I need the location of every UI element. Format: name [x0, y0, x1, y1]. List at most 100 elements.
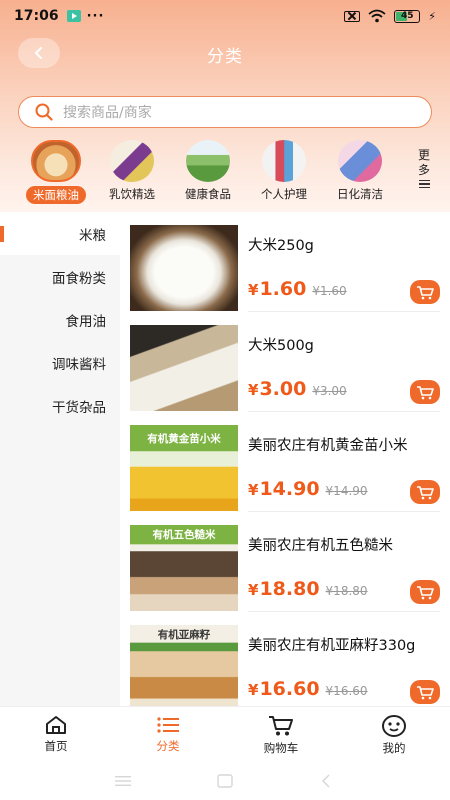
category-label: 米面粮油	[26, 186, 86, 204]
menu-nav-icon[interactable]	[115, 774, 131, 788]
cart-icon	[269, 716, 293, 736]
tab-cart[interactable]: 购物车	[225, 707, 337, 765]
tab-home[interactable]: 首页	[0, 707, 112, 765]
home-nav-icon[interactable]	[217, 774, 233, 788]
subcategory-item-dry-goods[interactable]: 干货杂品	[0, 384, 120, 427]
subcategory-label: 调味酱料	[52, 356, 106, 373]
category-row: 米面粮油 乳饮精选 健康食品 个人护理 日化清洁 更 多	[0, 140, 450, 210]
cart-icon	[417, 285, 434, 299]
product-item[interactable]: 有机五色糙米 美丽农庄有机五色糙米 ¥ 18.80 ¥18.80	[120, 512, 450, 612]
content-area: 米粮 面食粉类 食用油 调味酱料 干货杂品 大米250g ¥ 1.60 ¥1.6…	[0, 212, 450, 711]
category-item-health-food[interactable]: 健康食品	[170, 140, 246, 208]
product-original-price: ¥3.00	[312, 384, 347, 398]
subcategory-item-cooking-oil[interactable]: 食用油	[0, 298, 120, 341]
health-food-icon	[186, 140, 230, 182]
battery-percent: 45	[401, 11, 414, 21]
tab-label: 购物车	[263, 741, 299, 755]
product-price: 14.90	[259, 478, 320, 500]
category-item-dairy-drinks[interactable]: 乳饮精选	[94, 140, 170, 208]
category-label: 个人护理	[261, 187, 307, 201]
product-image	[130, 225, 238, 311]
category-item-personal-care[interactable]: 个人护理	[246, 140, 322, 208]
status-time: 17:06	[14, 8, 59, 24]
product-name: 美丽农庄有机黄金苗小米	[248, 438, 408, 454]
product-original-price: ¥14.90	[325, 484, 368, 498]
battery-indicator: 45	[394, 9, 421, 23]
product-image	[130, 325, 238, 411]
tab-profile[interactable]: 我的	[338, 707, 450, 765]
product-name: 美丽农庄有机亚麻籽330g	[248, 638, 416, 654]
currency-symbol: ¥	[248, 381, 259, 399]
price-row: ¥ 16.60 ¥16.60	[248, 678, 368, 700]
category-item-grain-oil[interactable]: 米面粮油	[18, 140, 94, 208]
price-row: ¥ 18.80 ¥18.80	[248, 578, 368, 600]
cart-icon	[417, 485, 434, 499]
product-price: 3.00	[259, 378, 307, 400]
subcategory-label: 面食粉类	[52, 270, 106, 287]
currency-symbol: ¥	[248, 681, 259, 699]
charging-icon: ⚡	[428, 9, 436, 23]
product-image: 有机黄金苗小米	[130, 425, 238, 511]
subcategory-label: 米粮	[79, 227, 106, 244]
product-item[interactable]: 大米250g ¥ 1.60 ¥1.60	[120, 212, 450, 312]
product-price: 1.60	[259, 278, 307, 300]
video-app-icon	[66, 10, 81, 22]
wifi-icon	[368, 9, 386, 23]
currency-symbol: ¥	[248, 481, 259, 499]
product-name: 大米250g	[248, 238, 314, 254]
more-categories-button[interactable]: 更 多	[414, 148, 434, 188]
product-price: 16.60	[259, 678, 320, 700]
product-image: 有机五色糙米	[130, 525, 238, 611]
system-nav-bar	[0, 764, 450, 800]
active-marker	[0, 226, 4, 242]
subcategory-label: 干货杂品	[52, 399, 106, 416]
profile-face-icon	[382, 715, 406, 737]
product-original-price: ¥18.80	[325, 584, 368, 598]
add-to-cart-button[interactable]	[410, 280, 440, 304]
price-row: ¥ 1.60 ¥1.60	[248, 278, 347, 300]
cart-icon	[417, 585, 434, 599]
subcategory-item-sauces[interactable]: 调味酱料	[0, 341, 120, 384]
product-name: 美丽农庄有机五色糙米	[248, 538, 393, 554]
personal-care-icon	[262, 140, 306, 182]
price-row: ¥ 14.90 ¥14.90	[248, 478, 368, 500]
tab-label: 首页	[44, 739, 68, 753]
back-nav-icon[interactable]	[320, 774, 332, 788]
status-bar: 17:06 ··· 45 ⚡	[0, 0, 450, 32]
product-name: 大米500g	[248, 338, 314, 354]
menu-lines-icon	[418, 180, 430, 188]
add-to-cart-button[interactable]	[410, 380, 440, 404]
add-to-cart-button[interactable]	[410, 480, 440, 504]
category-label: 健康食品	[185, 187, 231, 201]
status-more-dots: ···	[86, 8, 105, 24]
product-image: 有机亚麻籽	[130, 625, 238, 711]
category-item-household-cleaning[interactable]: 日化清洁	[322, 140, 398, 208]
tab-category[interactable]: 分类	[112, 707, 224, 765]
home-icon	[46, 716, 66, 734]
cart-icon	[417, 385, 434, 399]
search-icon	[35, 103, 53, 121]
dairy-drinks-icon	[110, 140, 154, 182]
currency-symbol: ¥	[248, 281, 259, 299]
grain-oil-icon	[31, 140, 81, 182]
product-item[interactable]: 大米500g ¥ 3.00 ¥3.00	[120, 312, 450, 412]
title-bar: 分类	[0, 34, 450, 74]
product-item[interactable]: 有机黄金苗小米 美丽农庄有机黄金苗小米 ¥ 14.90 ¥14.90	[120, 412, 450, 512]
list-icon	[157, 717, 179, 733]
add-to-cart-button[interactable]	[410, 680, 440, 704]
add-to-cart-button[interactable]	[410, 580, 440, 604]
subcategory-label: 食用油	[65, 313, 107, 330]
category-label: 乳饮精选	[109, 187, 155, 201]
category-label: 日化清洁	[337, 187, 383, 201]
search-input[interactable]: 搜索商品/商家	[18, 96, 432, 128]
more-label-line1: 更	[417, 148, 430, 162]
product-item[interactable]: 有机亚麻籽 美丽农庄有机亚麻籽330g ¥ 16.60 ¥16.60	[120, 612, 450, 712]
tab-label: 分类	[156, 739, 180, 753]
subcategory-item-grain[interactable]: 米粮	[0, 212, 120, 255]
price-row: ¥ 3.00 ¥3.00	[248, 378, 347, 400]
product-original-price: ¥16.60	[325, 684, 368, 698]
subcategory-sidebar: 米粮 面食粉类 食用油 调味酱料 干货杂品	[0, 212, 120, 706]
no-sim-icon	[344, 10, 361, 22]
subcategory-item-noodles-flour[interactable]: 面食粉类	[0, 255, 120, 298]
bottom-tab-bar: 首页 分类 购物车 我的	[0, 706, 450, 764]
